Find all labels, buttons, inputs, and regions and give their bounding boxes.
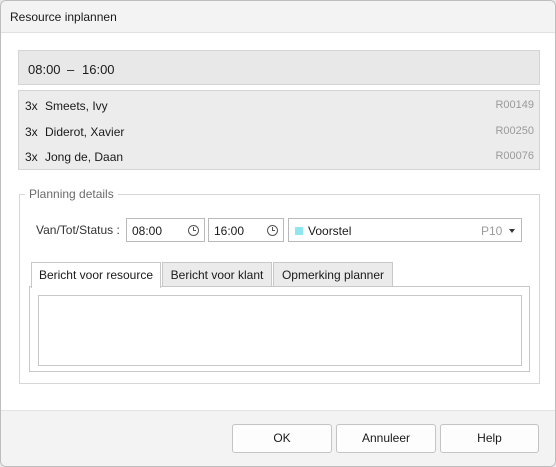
time-range-header: 08:00 – 16:00 (18, 50, 540, 85)
planning-details-group: Planning details Van/Tot/Status : 08:00 … (19, 187, 540, 384)
resource-dialog: Resource inplannen 08:00 – 16:00 3x Smee… (0, 0, 556, 467)
to-time-value: 16:00 (214, 224, 245, 238)
resource-qty: 3x (25, 125, 38, 139)
resource-name: Diderot, Xavier (45, 125, 125, 139)
tab-panel (29, 286, 530, 372)
from-time-input[interactable]: 08:00 (126, 218, 205, 242)
tab-bericht-voor-klant[interactable]: Bericht voor klant (162, 262, 272, 287)
clock-icon[interactable] (267, 225, 278, 236)
status-code: P10 (481, 224, 503, 238)
clock-icon[interactable] (188, 225, 199, 236)
status-select[interactable]: Voorstel P10 (288, 218, 522, 242)
help-button[interactable]: Help (440, 424, 539, 453)
planning-details-legend: Planning details (25, 187, 118, 201)
resource-code: R00149 (495, 99, 534, 111)
time-range-end: 16:00 (82, 62, 115, 77)
van-tot-status-label: Van/Tot/Status : (36, 223, 120, 237)
resource-name: Jong de, Daan (45, 150, 124, 164)
list-item[interactable]: 3x Jong de, Daan R00076 (19, 143, 539, 168)
resource-qty: 3x (25, 150, 38, 164)
ok-button[interactable]: OK (232, 424, 332, 453)
window-title: Resource inplannen (10, 10, 117, 24)
list-item[interactable]: 3x Smeets, Ivy R00149 (19, 92, 539, 117)
time-range-start: 08:00 (28, 62, 61, 77)
from-time-value: 08:00 (132, 224, 163, 238)
button-bar: OK Annuleer Help (1, 410, 555, 466)
list-item[interactable]: 3x Diderot, Xavier R00250 (19, 118, 539, 143)
tab-bericht-voor-resource[interactable]: Bericht voor resource (31, 262, 161, 288)
status-label: Voorstel (308, 224, 352, 238)
tab-opmerking-planner[interactable]: Opmerking planner (273, 262, 393, 287)
message-textarea[interactable] (38, 295, 522, 366)
resource-code: R00250 (495, 125, 534, 137)
resource-name: Smeets, Ivy (45, 99, 108, 113)
chevron-down-icon[interactable] (509, 229, 515, 233)
cancel-button[interactable]: Annuleer (336, 424, 436, 453)
time-range-separator: – (67, 62, 75, 77)
title-bar: Resource inplannen (1, 1, 555, 33)
status-color-swatch (295, 227, 303, 235)
resource-list: 3x Smeets, Ivy R00149 3x Diderot, Xavier… (18, 90, 540, 170)
resource-qty: 3x (25, 99, 38, 113)
resource-code: R00076 (495, 150, 534, 162)
to-time-input[interactable]: 16:00 (208, 218, 284, 242)
